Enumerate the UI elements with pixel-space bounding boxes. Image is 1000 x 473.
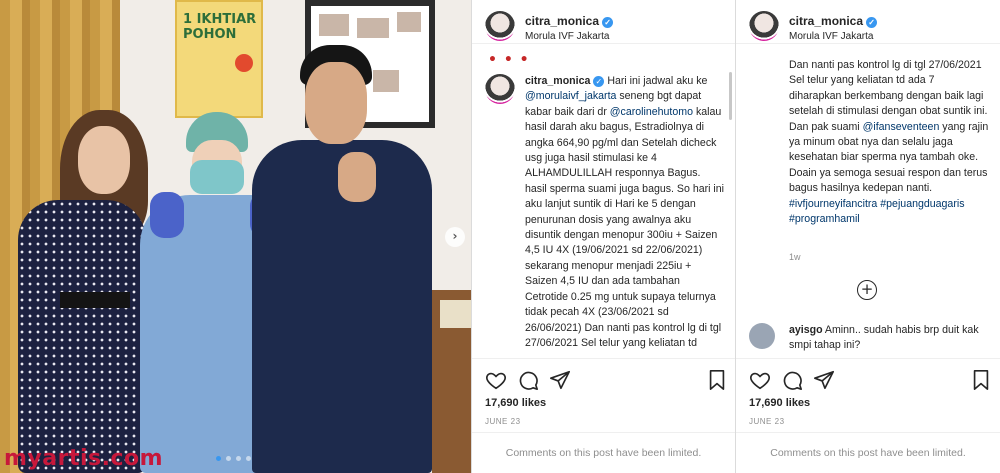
man-face [305, 62, 367, 144]
commenter-avatar[interactable] [749, 323, 775, 349]
scrollbar[interactable] [729, 72, 732, 120]
mention-link[interactable]: @ifanseventeen [863, 121, 940, 133]
likes-count[interactable]: 17,690 likes [485, 397, 546, 409]
share-icon[interactable] [549, 369, 571, 391]
carousel-dot [216, 456, 221, 461]
poster-badge [235, 54, 253, 72]
avatar[interactable] [749, 11, 779, 41]
hashtags[interactable]: #ivfjourneyifancitra #pejuangduagaris #p… [789, 198, 965, 225]
share-icon[interactable] [813, 369, 835, 391]
mention-link[interactable]: @carolinehutomo [610, 106, 693, 118]
likes-count[interactable]: 17,690 likes [749, 397, 810, 409]
belt [60, 292, 130, 308]
watermark: myartis.com [4, 446, 164, 471]
verified-badge: ✓ [602, 17, 614, 28]
action-bar [472, 358, 735, 398]
location[interactable]: Morula IVF Jakarta [789, 31, 873, 42]
wall-poster: 1 IKHTIAR POHON [175, 0, 263, 118]
more-options-icon[interactable]: • • • [488, 52, 530, 68]
username-link[interactable]: citra_monica ✓ [525, 14, 614, 28]
comment-icon[interactable] [781, 369, 803, 391]
post-header: citra_monica ✓ Morula IVF Jakarta [736, 0, 1000, 44]
username[interactable]: citra_monica [789, 14, 863, 28]
caption-avatar[interactable] [485, 74, 515, 104]
commenter-username[interactable]: ayisgo [789, 324, 823, 336]
add-comment-icon[interactable]: + [857, 280, 877, 300]
verified-badge: ✓ [866, 17, 878, 28]
post-date: JUNE 23 [485, 417, 521, 426]
caption-text: Dan nanti pas kontrol lg di tgl 27/06/20… [789, 58, 989, 227]
comment-icon[interactable] [517, 369, 539, 391]
post-header: citra_monica ✓ Morula IVF Jakarta [472, 0, 735, 44]
post-panel-caption-start: citra_monica ✓ Morula IVF Jakarta • • • c… [471, 0, 735, 473]
caption-text-part: kalau hasil darah aku bagus, Estradiolny… [525, 105, 725, 349]
post-photo[interactable]: 1 IKHTIAR POHON myartis.com › [0, 0, 471, 473]
post-panel-caption-end: citra_monica ✓ Morula IVF Jakarta Dan nan… [735, 0, 1000, 473]
shelf [440, 300, 471, 328]
caption-text-part: Hari ini jadwal aku ke [607, 75, 708, 87]
post-date: JUNE 23 [749, 417, 785, 426]
caption-time: 1w [789, 252, 801, 262]
verified-badge: ✓ [593, 76, 605, 87]
heart-icon[interactable] [485, 369, 507, 391]
comment: ayisgo Aminn.. sudah habis brp duit kak … [789, 323, 989, 354]
caption-text: citra_monica ✓ Hari ini jadwal aku ke @mo… [525, 74, 725, 356]
comments-limited-notice: Comments on this post have been limited. [472, 432, 735, 473]
woman-face [78, 126, 130, 194]
poster-title: 1 IKHTIAR POHON [183, 12, 257, 42]
location[interactable]: Morula IVF Jakarta [525, 31, 609, 42]
carousel-dot [236, 456, 241, 461]
carousel-dots [216, 456, 251, 461]
caption-username[interactable]: citra_monica [525, 75, 590, 87]
woman-dress [18, 200, 146, 473]
username-link[interactable]: citra_monica ✓ [789, 14, 878, 28]
nurse-mask [190, 160, 244, 194]
man-hand [338, 152, 376, 202]
heart-icon[interactable] [749, 369, 771, 391]
next-arrow-icon[interactable]: › [445, 227, 465, 247]
mention-link[interactable]: @morulaivf_jakarta [525, 90, 616, 102]
avatar[interactable] [485, 11, 515, 41]
username[interactable]: citra_monica [525, 14, 599, 28]
comments-limited-notice: Comments on this post have been limited. [736, 432, 1000, 473]
carousel-dot [246, 456, 251, 461]
bookmark-icon[interactable] [970, 369, 992, 391]
action-bar [736, 358, 1000, 398]
bookmark-icon[interactable] [706, 369, 728, 391]
glove-left [150, 192, 184, 238]
carousel-dot [226, 456, 231, 461]
